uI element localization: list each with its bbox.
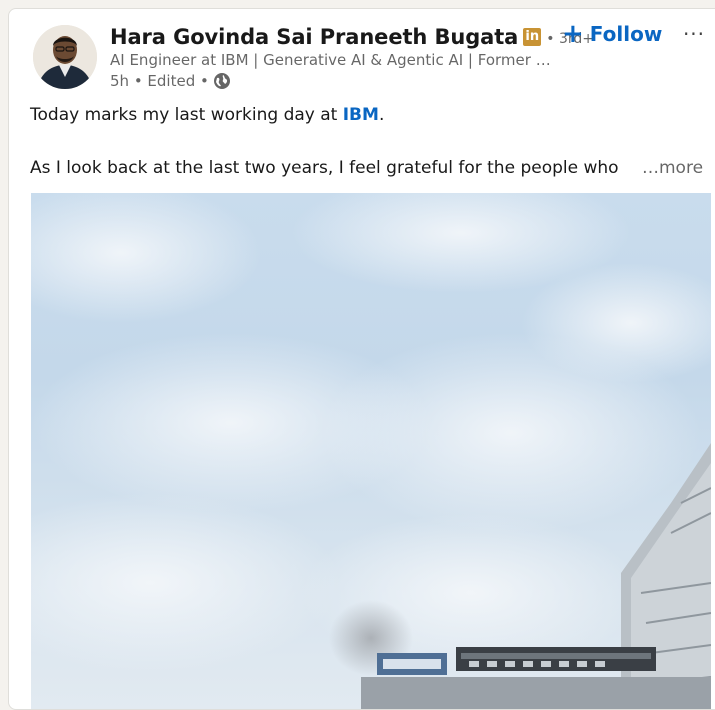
avatar-image [33,25,97,89]
post-text-line-2: As I look back at the last two years, I … [30,158,619,178]
globe-icon [213,72,231,90]
linkedin-premium-icon: in [523,28,542,46]
follow-label: Follow [589,22,663,46]
author-avatar[interactable] [33,25,97,89]
post-text-line-1: Today marks my last working day at IBM. [30,105,384,125]
see-more-button[interactable]: …more [640,158,704,178]
plus-icon: + [562,19,584,49]
follow-button[interactable]: + Follow [562,19,662,49]
author-headline: AI Engineer at IBM | Generative AI & Age… [110,51,555,69]
author-name[interactable]: Hara Govinda Sai Praneeth Bugata [110,25,518,49]
feed-post-card: Hara Govinda Sai Praneeth Bugata in • 3r… [8,8,715,710]
post-text-period: . [378,105,385,125]
more-options-button[interactable]: ··· [679,21,709,47]
post-text-intro: Today marks my last working day at [30,105,343,125]
post-meta: 5h • Edited • [110,72,231,90]
post-timestamp: 5h • Edited • [110,72,209,90]
post-image[interactable] [31,193,711,709]
building-photo [31,193,711,709]
author-name-row: Hara Govinda Sai Praneeth Bugata in • 3r… [110,22,594,52]
company-mention-link[interactable]: IBM [343,105,379,125]
